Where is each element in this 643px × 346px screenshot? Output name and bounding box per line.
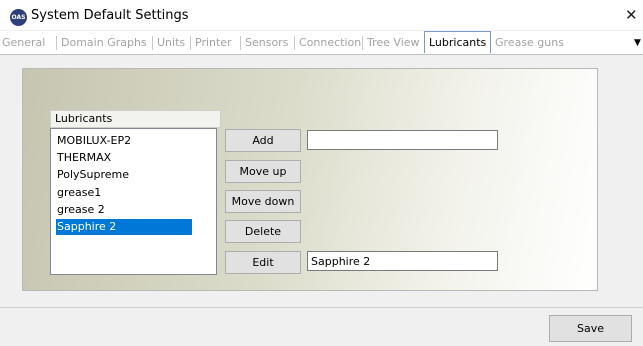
tab-divider	[0, 54, 643, 55]
tab-separator	[294, 36, 295, 50]
tab-domain-graphs[interactable]: Domain Graphs	[61, 34, 147, 51]
add-button[interactable]: Add	[225, 129, 301, 152]
move-down-button[interactable]: Move down	[225, 190, 301, 213]
list-item-selected[interactable]: Sapphire 2	[56, 219, 192, 235]
tab-scroll-down-icon[interactable]: ▼	[634, 38, 641, 48]
title-bar: OAS System Default Settings ✕	[0, 0, 643, 30]
tab-separator	[56, 36, 57, 50]
list-item[interactable]: PolySupreme	[56, 167, 192, 183]
tab-strip: General Domain Graphs Units Printer Sens…	[0, 31, 643, 54]
delete-button[interactable]: Delete	[225, 220, 301, 243]
tab-connection[interactable]: Connection	[299, 34, 361, 51]
list-item[interactable]: grease 2	[56, 202, 192, 218]
tab-separator	[152, 36, 153, 50]
tab-sensors[interactable]: Sensors	[245, 34, 288, 51]
save-button[interactable]: Save	[549, 315, 632, 342]
tab-tree-view[interactable]: Tree View	[367, 34, 420, 51]
lubricants-list-caption: Lubricants	[50, 110, 221, 128]
tab-general[interactable]: General	[2, 34, 45, 51]
list-item[interactable]: THERMAX	[56, 150, 192, 166]
edit-lubricant-input[interactable]	[307, 251, 498, 271]
lubricants-listbox[interactable]: MOBILUX-EP2 THERMAX PolySupreme grease1 …	[50, 128, 217, 275]
tab-printer[interactable]: Printer	[195, 34, 232, 51]
list-item[interactable]: grease1	[56, 185, 192, 201]
window-title: System Default Settings	[31, 8, 189, 23]
tab-separator	[190, 36, 191, 50]
close-icon[interactable]: ✕	[625, 6, 638, 24]
move-up-button[interactable]: Move up	[225, 160, 301, 183]
tab-lubricants[interactable]: Lubricants	[424, 31, 492, 53]
list-item[interactable]: MOBILUX-EP2	[56, 133, 192, 149]
tab-units[interactable]: Units	[157, 34, 185, 51]
add-lubricant-input[interactable]	[307, 130, 498, 150]
tab-separator	[240, 36, 241, 50]
tab-grease-guns[interactable]: Grease guns	[495, 34, 564, 51]
tab-separator	[362, 36, 363, 50]
edit-button[interactable]: Edit	[225, 251, 301, 274]
footer-divider	[0, 307, 643, 308]
app-logo-icon: OAS	[10, 9, 27, 26]
